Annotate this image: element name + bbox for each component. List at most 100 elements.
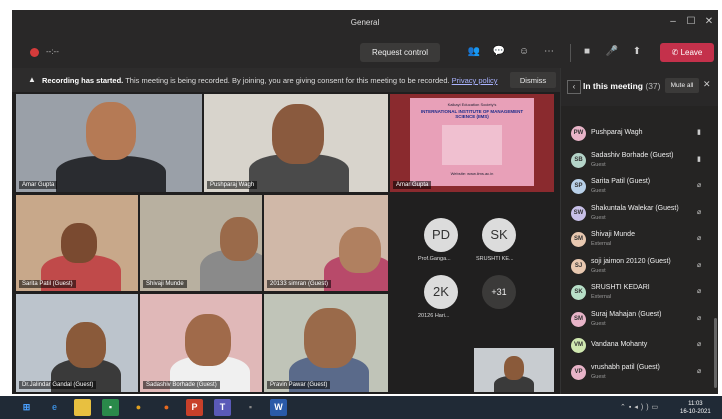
participant-row[interactable]: SK SRUSHTI KEDARI External ⌀: [561, 279, 713, 305]
close-panel-icon[interactable]: ✕: [703, 79, 711, 90]
word-icon[interactable]: W: [270, 399, 287, 416]
video-tile[interactable]: Sarita Patil (Guest): [16, 195, 138, 291]
banner-message: This meeting is being recorded. By joini…: [123, 76, 452, 85]
video-tile[interactable]: Sadashiv Borhade (Guest): [140, 294, 262, 392]
participant-name: SRUSHTI KEDARI: [591, 284, 650, 291]
video-tile[interactable]: Pravin Pawar (Guest): [264, 294, 388, 392]
back-icon[interactable]: ‹: [567, 80, 581, 94]
panel-title: In this meeting (37): [583, 81, 660, 91]
video-tile[interactable]: Pushparaj Wagh: [204, 94, 388, 192]
chat-icon[interactable]: 💬: [492, 45, 506, 59]
participant-avatar: SW: [571, 205, 586, 221]
microphone-icon[interactable]: ▮: [697, 155, 701, 163]
meeting-timer: --:--: [46, 47, 59, 56]
system-tray-icons[interactable]: ⌃▪◂))▭: [620, 403, 661, 411]
mute-all-button[interactable]: Mute all: [665, 78, 699, 93]
participant-row[interactable]: VP vrushabh patil (Guest) Guest ⌀: [561, 359, 713, 385]
participant-avatar: SJ: [571, 258, 586, 274]
meeting-toolbar: --:-- Request control 👥 💬 ☺ ⋯ ■ 🎤 ⬆ ✆ Le…: [12, 38, 718, 68]
participant-avatar: SB: [571, 152, 586, 168]
participant-row[interactable]: SJ soji jaimon 20120 (Guest) Guest ⌀: [561, 253, 713, 279]
microphone-icon[interactable]: ▮: [697, 128, 701, 136]
powerpoint-icon[interactable]: P: [186, 399, 203, 416]
participant-name: Vandana Mohanty: [591, 341, 648, 348]
avatar[interactable]: PD: [424, 218, 458, 252]
person-face: [61, 223, 97, 263]
dismiss-button[interactable]: Dismiss: [510, 72, 556, 88]
video-tile[interactable]: Shivaji Munde: [140, 195, 262, 291]
request-control-button[interactable]: Request control: [360, 43, 440, 62]
toolbar-divider: [570, 44, 571, 62]
shared-slide: Kaikayi Education Society's INTERNATIONA…: [410, 98, 534, 186]
avatar[interactable]: SK: [482, 218, 516, 252]
video-tile[interactable]: Amar Gupta: [16, 94, 202, 192]
firefox-icon[interactable]: ●: [158, 399, 175, 416]
warning-icon: ▲: [28, 75, 36, 84]
start-icon[interactable]: ⊞: [18, 399, 35, 416]
avatar-label: SRUSHTI KE...: [476, 256, 514, 262]
self-view[interactable]: [474, 348, 554, 392]
banner-text: Recording has started. This meeting is b…: [42, 76, 498, 85]
minimize-icon[interactable]: –: [666, 16, 680, 27]
participant-avatar: SK: [571, 285, 586, 300]
leave-label: Leave: [680, 48, 703, 57]
participant-avatar: SM: [571, 311, 586, 327]
more-participants-avatar[interactable]: +31: [482, 275, 516, 309]
participant-row[interactable]: SM Suraj Mahajan (Guest) Guest ⌀: [561, 306, 713, 332]
more-options-icon[interactable]: ⋯: [542, 45, 556, 59]
participant-name: Pravin Pawar (Guest): [267, 381, 331, 389]
share-screen-icon[interactable]: ⬆: [630, 45, 644, 59]
participant-avatar: VM: [571, 338, 586, 353]
store-icon[interactable]: ▪: [102, 399, 119, 416]
video-tile[interactable]: 20133 simran (Guest): [264, 195, 388, 291]
participant-role: Guest: [591, 267, 606, 274]
participant-role: Guest: [591, 320, 606, 327]
mic-off-icon[interactable]: ⌀: [697, 287, 701, 295]
participant-name: Dr.Jalindar Gandal (Guest): [19, 381, 97, 389]
camera-icon[interactable]: ■: [580, 45, 594, 59]
people-icon[interactable]: 👥: [467, 45, 481, 59]
video-tile[interactable]: Dr.Jalindar Gandal (Guest): [16, 294, 138, 392]
participant-row[interactable]: PW Pushparaj Wagh ▮: [561, 120, 713, 146]
mic-off-icon[interactable]: ⌀: [697, 314, 701, 322]
banner-bold: Recording has started.: [42, 76, 124, 85]
scrollbar[interactable]: [714, 318, 717, 388]
participant-row[interactable]: SP Sarita Patil (Guest) Guest ⌀: [561, 173, 713, 199]
chrome-icon[interactable]: ●: [130, 399, 147, 416]
clock[interactable]: 11:03 16-10-2021: [680, 400, 711, 416]
participant-role: External: [591, 241, 612, 247]
participant-row[interactable]: VM Vandana Mohanty ⌀: [561, 332, 713, 358]
person-face: [66, 322, 106, 368]
teams-icon[interactable]: T: [214, 399, 231, 416]
avatar[interactable]: 2K: [424, 275, 458, 309]
participant-name: Suraj Mahajan (Guest): [591, 310, 662, 318]
person-face: [504, 356, 524, 380]
mic-off-icon[interactable]: ⌀: [697, 208, 701, 216]
participant-count: (37): [645, 81, 661, 91]
microphone-icon[interactable]: 🎤: [605, 45, 619, 59]
app-icon[interactable]: ▪: [242, 399, 259, 416]
participant-name: soji jaimon 20120 (Guest): [591, 257, 671, 265]
leave-button[interactable]: ✆ Leave: [660, 43, 714, 62]
slide-title: INTERNATIONAL INSTITUTE OF MANAGEMENT SC…: [420, 109, 524, 119]
edge-icon[interactable]: e: [46, 399, 63, 416]
mic-off-icon[interactable]: ⌀: [697, 181, 701, 189]
mic-off-icon[interactable]: ⌀: [697, 261, 701, 269]
file-explorer-icon[interactable]: [74, 399, 91, 416]
participant-name: Sarita Patil (Guest): [19, 280, 76, 288]
close-icon[interactable]: ✕: [702, 16, 716, 27]
video-tile[interactable]: Kaikayi Education Society's INTERNATIONA…: [390, 94, 554, 192]
maximize-icon[interactable]: ☐: [684, 16, 698, 27]
mic-off-icon[interactable]: ⌀: [697, 234, 701, 242]
participant-row[interactable]: SW Shakuntala Walekar (Guest) Guest ⌀: [561, 200, 713, 226]
participant-avatar: SP: [571, 179, 586, 194]
mic-off-icon[interactable]: ⌀: [697, 340, 701, 348]
avatar-label: 20126 Hari...: [418, 313, 450, 319]
privacy-policy-link[interactable]: Privacy policy: [452, 76, 498, 85]
reactions-icon[interactable]: ☺: [517, 45, 531, 59]
mic-off-icon[interactable]: ⌀: [697, 367, 701, 375]
participant-row[interactable]: SM Shivaji Munde External ⌀: [561, 226, 713, 252]
person-face: [185, 314, 231, 366]
participant-row[interactable]: SB Sadashiv Borhade (Guest) Guest ▮: [561, 147, 713, 173]
participant-name: Sadashiv Borhade (Guest): [143, 381, 220, 389]
